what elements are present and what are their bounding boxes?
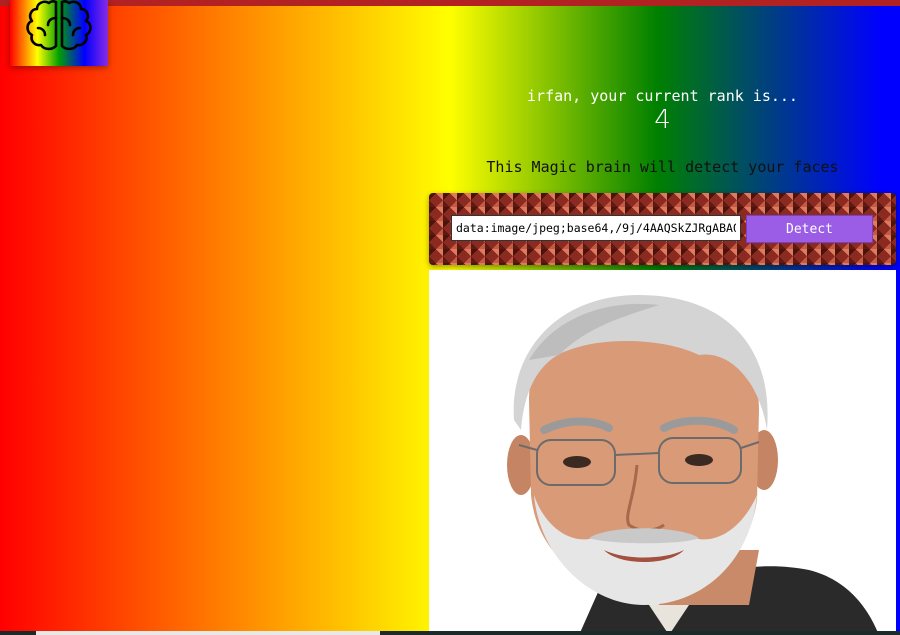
rank-message: irfan, your current rank is... [527,87,798,105]
top-strip [0,0,900,6]
rank-value: 4 [654,105,671,135]
image-url-input[interactable] [451,215,741,241]
tagline: This Magic brain will detect your faces [486,158,839,176]
detected-photo [429,270,896,635]
scrollbar-thumb[interactable] [36,631,380,635]
bottom-strip [0,631,900,635]
brain-icon [26,0,92,51]
detect-button[interactable]: Detect [746,215,873,243]
logo[interactable] [10,0,108,66]
person-photo [507,295,879,635]
